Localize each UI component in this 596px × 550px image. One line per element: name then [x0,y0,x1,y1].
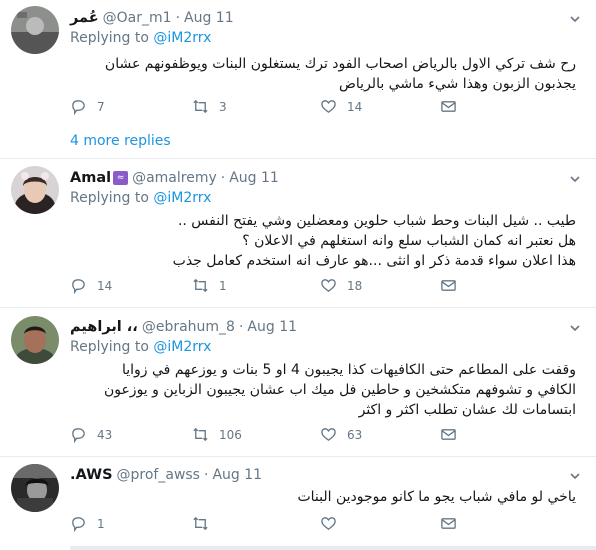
tweet-amal[interactable]: Amal ≈ @amalremy · Aug 11 Replying to @i… [0,159,596,307]
retweet-icon [193,99,208,114]
like-button[interactable]: 14 [320,98,362,115]
reply-icon [72,517,85,532]
tweet-date[interactable]: Aug 11 [212,467,262,483]
user-handle[interactable]: @ebrahum_8 [142,319,235,335]
retweet-icon [193,278,208,293]
message-button[interactable] [440,277,467,294]
reply-button[interactable]: 1 [70,515,105,532]
display-name[interactable]: .AWS [70,467,113,483]
retweet-button[interactable]: 1 [192,277,227,294]
retweet-count: 1 [219,278,227,293]
tweet-date[interactable]: Aug 11 [247,319,297,335]
reply-icon [72,100,85,115]
avatar[interactable] [11,316,59,364]
display-name[interactable]: عُمر [70,10,99,26]
mention-link[interactable]: @iM2rrx [153,30,211,46]
chevron-down-icon[interactable] [568,321,582,335]
tweet-date[interactable]: Aug 11 [229,170,279,186]
reply-button[interactable]: 14 [70,277,112,294]
heart-icon [321,279,336,292]
envelope-icon [441,429,456,440]
reply-count: 43 [97,427,113,442]
like-count: 18 [347,278,363,293]
tweet-ebrahum[interactable]: ابراهيم ،، @ebrahum_8 · Aug 11 Replying … [0,308,596,456]
display-name[interactable]: Amal [70,170,111,186]
reply-count: 14 [97,278,113,293]
avatar[interactable] [11,6,59,54]
like-count: 63 [347,427,363,442]
separator-dot: · [175,10,181,26]
user-handle[interactable]: @Oar_m1 [103,10,172,26]
chevron-down-icon[interactable] [568,172,582,186]
reply-icon [72,279,85,294]
retweet-icon [193,516,208,531]
heart-icon [321,517,336,530]
aquarius-badge-icon: ≈ [113,171,129,185]
reply-count: 7 [97,99,105,114]
envelope-icon [441,280,456,291]
mention-link[interactable]: @iM2rrx [153,339,211,355]
like-count: 14 [347,99,363,114]
envelope-icon [441,101,456,112]
replying-to: Replying to @iM2rrx [70,190,212,206]
mention-link[interactable]: @iM2rrx [153,190,211,206]
separator-dot: · [238,319,244,335]
reply-button[interactable]: 43 [70,426,112,443]
separator-dot: · [220,170,226,186]
retweet-count: 3 [219,99,227,114]
like-button[interactable] [320,515,347,532]
tweet-oar[interactable]: عُمر @Oar_m1 · Aug 11 Replying to @iM2rr… [0,0,596,158]
retweet-button[interactable] [192,515,219,532]
tweet-aws[interactable]: .AWS @prof_awss · Aug 11 ياخي لو مافي شب… [0,457,596,550]
thread-connector [70,546,596,550]
like-button[interactable]: 18 [320,277,362,294]
chevron-down-icon[interactable] [568,469,582,483]
reply-icon [72,428,85,443]
avatar[interactable] [11,464,59,512]
retweet-icon [193,427,208,442]
retweet-count: 106 [219,427,242,442]
tweet-text: وقفت على المطاعم حتى الكافيهات كذا يجيبو… [103,362,576,418]
message-button[interactable] [440,426,467,443]
tweet-text: ياخي لو مافي شباب يجو ما كانو موجودين ال… [297,489,576,505]
avatar[interactable] [11,166,59,214]
heart-icon [321,428,336,441]
reply-button[interactable]: 7 [70,98,105,115]
reply-count: 1 [97,516,105,531]
retweet-button[interactable]: 3 [192,98,227,115]
user-handle[interactable]: @amalremy [132,170,217,186]
chevron-down-icon[interactable] [568,12,582,26]
replying-to: Replying to @iM2rrx [70,339,212,355]
retweet-button[interactable]: 106 [192,426,242,443]
tweet-text: طيب .. شيل البنات وحط شباب حلوين ومعضلين… [172,213,576,269]
display-name[interactable]: ابراهيم ،، [70,319,138,335]
like-button[interactable]: 63 [320,426,362,443]
message-button[interactable] [440,515,467,532]
user-handle[interactable]: @prof_awss [117,467,200,483]
message-button[interactable] [440,98,467,115]
tweet-date[interactable]: Aug 11 [184,10,234,26]
more-replies-link[interactable]: 4 more replies [70,133,171,149]
separator-dot: · [203,467,209,483]
tweet-text: رح شف تركي الاول بالرياض اصحاب الفود ترك… [104,56,576,92]
envelope-icon [441,518,456,529]
heart-icon [321,100,336,113]
replying-to: Replying to @iM2rrx [70,30,212,46]
